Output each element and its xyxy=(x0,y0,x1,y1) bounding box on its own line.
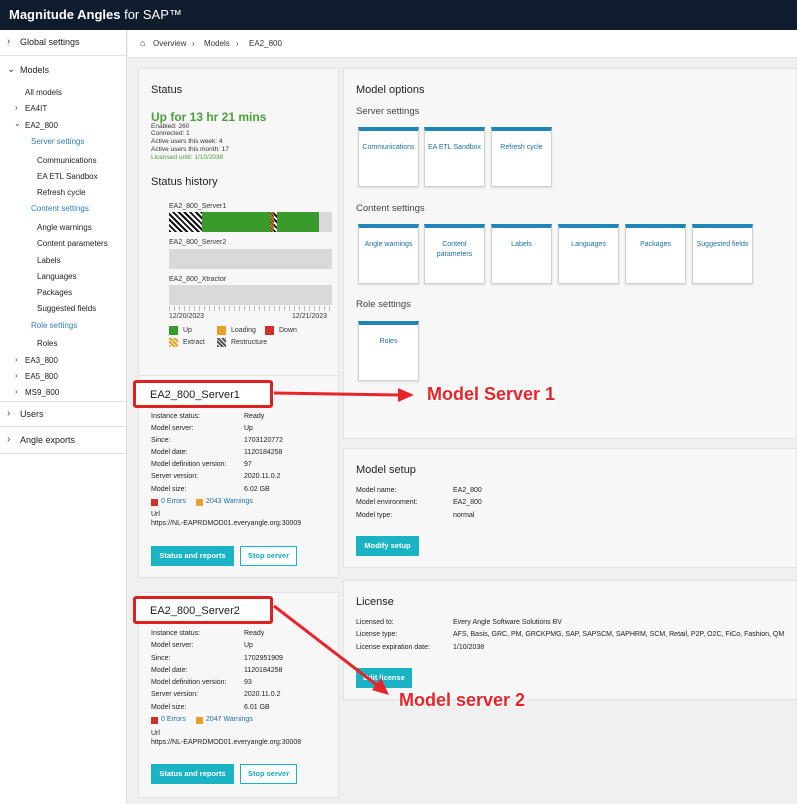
annotation-arrow-line-2 xyxy=(273,604,379,688)
annotation-arrow-line-1 xyxy=(273,391,401,397)
annotation-arrowhead-1 xyxy=(398,388,414,402)
annotation-model-server-1: Model Server 1 xyxy=(427,384,556,404)
annotation-arrows xyxy=(273,388,414,695)
annotation-arrowhead-2 xyxy=(372,678,389,695)
annotation-model-server-2: Model server 2 xyxy=(399,690,526,710)
